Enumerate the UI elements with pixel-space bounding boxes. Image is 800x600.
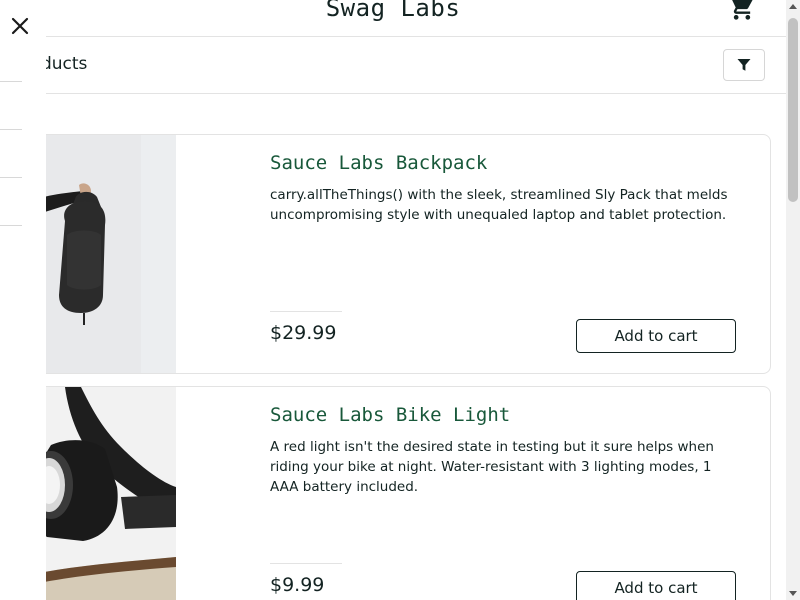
- menu-item[interactable]: [0, 81, 22, 130]
- filter-icon: [737, 59, 751, 71]
- item-description: carry.allTheThings() with the sleek, str…: [270, 187, 728, 223]
- secondary-header: Products: [0, 37, 786, 94]
- price-divider: [270, 311, 342, 312]
- cart-icon: [732, 0, 753, 20]
- inventory-item: Sauce Labs Backpack carry.allTheThings()…: [20, 134, 771, 374]
- item-name-link[interactable]: Sauce Labs Bike Light: [270, 404, 510, 426]
- scrollbar-thumb[interactable]: [788, 18, 798, 202]
- scroll-down-arrow-icon[interactable]: [789, 591, 797, 596]
- page: Swag Labs Products Sauce Labs Backpack c…: [0, 0, 800, 600]
- vertical-scrollbar[interactable]: [786, 0, 800, 600]
- sort-dropdown-button[interactable]: [723, 49, 765, 81]
- add-to-cart-button[interactable]: Add to cart: [576, 571, 736, 600]
- item-price: $9.99: [270, 574, 325, 596]
- menu-item[interactable]: [0, 177, 22, 226]
- shopping-cart-link[interactable]: [728, 0, 756, 22]
- price-divider: [270, 563, 342, 564]
- inventory-item: Sauce Labs Bike Light A red light isn't …: [20, 386, 771, 600]
- burger-menu-panel: [0, 0, 46, 600]
- menu-item[interactable]: [0, 33, 22, 82]
- item-name-link[interactable]: Sauce Labs Backpack: [270, 152, 487, 174]
- scroll-up-arrow-icon[interactable]: [789, 4, 797, 9]
- menu-item[interactable]: [0, 129, 22, 178]
- primary-header: Swag Labs: [0, 0, 786, 37]
- add-to-cart-button[interactable]: Add to cart: [576, 319, 736, 353]
- item-price: $29.99: [270, 322, 337, 344]
- item-description: A red light isn't the desired state in t…: [270, 439, 714, 495]
- app-logo: Swag Labs: [325, 0, 461, 22]
